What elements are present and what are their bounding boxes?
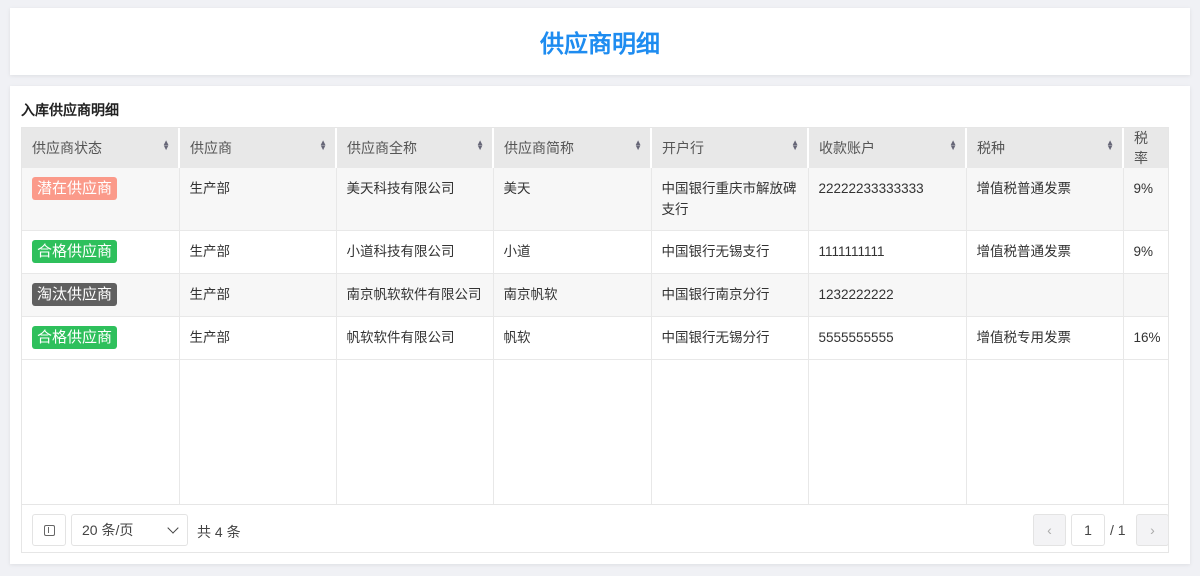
- cell-status: 合格供应商: [22, 316, 180, 360]
- cell-full-name: 帆软软件有限公司: [336, 316, 494, 360]
- sort-icon[interactable]: ▲ ▼: [319, 139, 327, 152]
- status-badge: 合格供应商: [32, 326, 118, 349]
- prev-page-button[interactable]: ‹: [1033, 514, 1066, 546]
- sort-icon[interactable]: ▲ ▼: [1106, 139, 1114, 152]
- sort-icon[interactable]: ▲ ▼: [791, 139, 799, 152]
- column-header[interactable]: 供应商状态 ▲ ▼: [22, 128, 180, 168]
- cell-tax-rate: [1123, 273, 1168, 317]
- cell-short-name: 南京帆软: [493, 273, 652, 317]
- cell-tax-type: 增值税普通发票: [966, 168, 1124, 231]
- table-footer: 20 条/页 共 4 条 ‹ 1 / 1 ›: [22, 504, 1168, 552]
- column-header[interactable]: 开户行 ▲ ▼: [651, 128, 809, 168]
- sort-icon[interactable]: ▲ ▼: [162, 139, 170, 152]
- table-row[interactable]: 合格供应商 生产部 帆软软件有限公司 帆软 中国银行无锡分行 5555555555 增值税专…: [22, 316, 1168, 360]
- cell-status: 潜在供应商: [22, 168, 180, 231]
- cell-account: 22222233333333: [808, 168, 967, 231]
- column-header[interactable]: 税率: [1123, 128, 1168, 168]
- column-header[interactable]: 收款账户 ▲ ▼: [808, 128, 967, 168]
- cell-short-name: 帆软: [493, 316, 652, 360]
- page-input[interactable]: 1: [1071, 514, 1105, 546]
- cell-full-name: 南京帆软软件有限公司: [336, 273, 494, 317]
- chevron-down-icon: [167, 522, 179, 534]
- cell-tax-rate: 9%: [1123, 230, 1168, 274]
- cell-account: 5555555555: [808, 316, 967, 360]
- column-label: 供应商: [190, 140, 232, 156]
- column-toggle-button[interactable]: [32, 514, 66, 546]
- cell-tax-rate: 16%: [1123, 316, 1168, 360]
- status-badge: 潜在供应商: [32, 177, 118, 200]
- column-header[interactable]: 供应商简称 ▲ ▼: [493, 128, 652, 168]
- column-label: 税率: [1134, 130, 1148, 166]
- page-size-select[interactable]: 20 条/页: [71, 514, 188, 546]
- cell-full-name: 美天科技有限公司: [336, 168, 494, 231]
- table-row[interactable]: 潜在供应商 生产部 美天科技有限公司 美天 中国银行重庆市解放碑支行 2222223333…: [22, 168, 1168, 231]
- status-badge: 淘汰供应商: [32, 283, 118, 306]
- column-icon: [43, 524, 55, 536]
- cell-status: 合格供应商: [22, 230, 180, 274]
- chevron-right-icon: ›: [1150, 522, 1155, 538]
- column-label: 供应商状态: [32, 140, 102, 156]
- cell-account: 1111111111: [808, 230, 967, 274]
- total-count: 共 4 条: [197, 524, 241, 540]
- cell-account: 1232222222: [808, 273, 967, 317]
- column-label: 收款账户: [819, 140, 875, 156]
- table-row[interactable]: 合格供应商 生产部 小道科技有限公司 小道 中国银行无锡支行 1111111111 增值税普…: [22, 230, 1168, 274]
- cell-tax-type: [966, 273, 1124, 317]
- status-badge: 合格供应商: [32, 240, 118, 263]
- cell-tax-type: 增值税普通发票: [966, 230, 1124, 274]
- total-pages: / 1: [1110, 522, 1126, 538]
- cell-status: 淘汰供应商: [22, 273, 180, 317]
- cell-dept: 生产部: [179, 316, 337, 360]
- column-label: 供应商简称: [504, 140, 574, 156]
- column-label: 开户行: [662, 140, 704, 156]
- column-header[interactable]: 供应商全称 ▲ ▼: [336, 128, 494, 168]
- title-card: 供应商明细: [10, 8, 1190, 75]
- cell-tax-rate: 9%: [1123, 168, 1168, 231]
- sort-icon[interactable]: ▲ ▼: [634, 139, 642, 152]
- supplier-panel: 入库供应商明细 供应商状态 ▲ ▼ 供应商 ▲ ▼ 供应商全称 ▲ ▼ 供应商简称 ▲ ▼ 开户行 ▲ ▼ 收…: [10, 86, 1190, 564]
- cell-bank: 中国银行无锡支行: [651, 230, 809, 274]
- column-header[interactable]: 税种 ▲ ▼: [966, 128, 1124, 168]
- next-page-button[interactable]: ›: [1136, 514, 1168, 546]
- supplier-table: 供应商状态 ▲ ▼ 供应商 ▲ ▼ 供应商全称 ▲ ▼ 供应商简称 ▲ ▼ 开户行 ▲ ▼ 收款账户 ▲ ▼ 税种 ▲…: [21, 127, 1169, 553]
- page-title: 供应商明细: [540, 31, 660, 58]
- cell-dept: 生产部: [179, 168, 337, 231]
- sort-icon[interactable]: ▲ ▼: [476, 139, 484, 152]
- column-label: 税种: [977, 140, 1005, 156]
- cell-dept: 生产部: [179, 273, 337, 317]
- section-title: 入库供应商明细: [21, 102, 119, 118]
- table-row[interactable]: 淘汰供应商 生产部 南京帆软软件有限公司 南京帆软 中国银行南京分行 1232222222: [22, 273, 1168, 317]
- sort-icon[interactable]: ▲ ▼: [949, 139, 957, 152]
- column-header[interactable]: 供应商 ▲ ▼: [179, 128, 337, 168]
- page-size-value: 20 条/页: [82, 522, 134, 538]
- cell-tax-type: 增值税专用发票: [966, 316, 1124, 360]
- cell-bank: 中国银行南京分行: [651, 273, 809, 317]
- cell-short-name: 美天: [493, 168, 652, 231]
- column-label: 供应商全称: [347, 140, 417, 156]
- cell-bank: 中国银行无锡分行: [651, 316, 809, 360]
- cell-bank: 中国银行重庆市解放碑支行: [651, 168, 809, 231]
- chevron-left-icon: ‹: [1047, 522, 1052, 538]
- cell-dept: 生产部: [179, 230, 337, 274]
- cell-short-name: 小道: [493, 230, 652, 274]
- cell-full-name: 小道科技有限公司: [336, 230, 494, 274]
